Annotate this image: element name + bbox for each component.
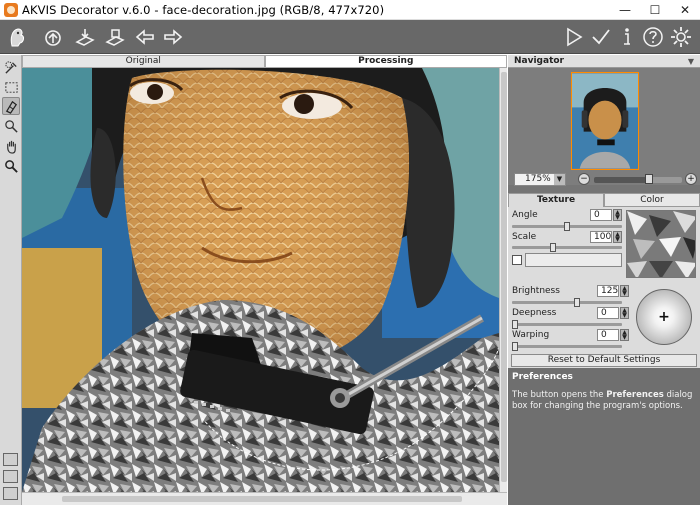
view-mode-tools [0, 449, 22, 505]
zoom-slider[interactable] [594, 177, 682, 183]
main-toolbar [0, 20, 700, 54]
apply-icon[interactable] [588, 24, 614, 50]
maximize-button[interactable]: ☐ [640, 0, 670, 20]
zoom-icon[interactable] [2, 157, 20, 175]
texture-path-field[interactable] [525, 253, 622, 267]
open-image-icon[interactable] [40, 24, 66, 50]
print-image-icon[interactable] [102, 24, 128, 50]
warping-slider-knob[interactable] [512, 342, 518, 351]
brightness-input[interactable]: 125 [597, 285, 619, 297]
brightness-spinner[interactable]: ▲ ▼ [620, 285, 629, 297]
app-window: AKVIS Decorator v.6.0 - face-decoration.… [0, 0, 700, 505]
scale-slider-knob[interactable] [550, 243, 556, 252]
texture-checkbox[interactable] [512, 255, 522, 265]
brightness-label: Brightness [512, 286, 560, 296]
help-icon[interactable] [640, 24, 666, 50]
processed-photo [22, 68, 499, 492]
tool-palette [0, 55, 22, 505]
undo-icon[interactable] [132, 24, 158, 50]
app-logo-icon [4, 24, 30, 50]
help-text-before: The button opens the [512, 390, 607, 400]
deepness-slider[interactable] [512, 320, 622, 329]
texture-sample[interactable] [626, 210, 696, 278]
minimize-button[interactable]: — [610, 0, 640, 20]
selection-brush-icon[interactable] [2, 58, 20, 76]
split-view-icon[interactable] [3, 487, 18, 500]
brightness-slider[interactable] [512, 298, 622, 307]
image-tabs: Original Processing [22, 55, 507, 68]
save-image-icon[interactable] [72, 24, 98, 50]
rectangle-selection-icon[interactable] [2, 78, 20, 96]
collapse-arrow-icon[interactable]: ▼ [688, 55, 694, 68]
zoom-out-button[interactable]: − [578, 173, 590, 185]
scale-spinner[interactable]: ▲ ▼ [613, 231, 622, 243]
deepness-label: Deepness [512, 308, 557, 318]
deepness-input[interactable]: 0 [597, 307, 619, 319]
zoom-slider-knob[interactable] [645, 174, 653, 184]
zoom-in-button[interactable]: + [685, 173, 697, 185]
scale-input[interactable]: 100 [590, 231, 612, 243]
settings-tabs: Texture Color [508, 193, 700, 207]
window-title: AKVIS Decorator v.6.0 - face-decoration.… [22, 2, 385, 17]
tab-texture[interactable]: Texture [508, 193, 604, 207]
zoom-value: 175% [525, 174, 551, 184]
vertical-scrollbar[interactable] [499, 68, 507, 492]
help-panel: Preferences The button opens the Prefere… [508, 368, 700, 505]
hand-icon[interactable] [2, 137, 20, 155]
reset-default-settings-button[interactable]: Reset to Default Settings [511, 354, 697, 367]
deepness-spinner[interactable]: ▲ ▼ [620, 307, 629, 319]
info-icon[interactable] [614, 24, 640, 50]
warping-input[interactable]: 0 [597, 329, 619, 341]
eraser-icon[interactable] [2, 97, 20, 115]
angle-slider[interactable] [512, 222, 622, 231]
swap-view-icon[interactable] [3, 470, 18, 483]
run-icon[interactable] [561, 24, 587, 50]
help-text: The button opens the Preferences dialog … [512, 390, 694, 412]
chevron-down-icon[interactable]: ▼ [554, 174, 565, 185]
single-view-icon[interactable] [3, 453, 18, 466]
preferences-icon[interactable] [668, 24, 694, 50]
navigator-panel [508, 68, 700, 185]
redo-icon[interactable] [160, 24, 186, 50]
window-controls: — ☐ ✕ [610, 0, 700, 20]
angle-spinner[interactable]: ▲ ▼ [613, 209, 622, 221]
settings-panel: Texture Color Angle 0 ▲▼ Scale 100 ▲▼ [508, 193, 700, 368]
light-direction-sphere[interactable]: + [636, 289, 692, 345]
tab-original[interactable]: Original [22, 55, 265, 68]
zoom-select[interactable]: 175% ▼ [514, 173, 566, 186]
tab-color[interactable]: Color [604, 193, 700, 207]
angle-input[interactable]: 0 [590, 209, 612, 221]
help-text-bold: Preferences [606, 390, 664, 400]
light-center-marker: + [658, 309, 670, 325]
deepness-slider-knob[interactable] [512, 320, 518, 329]
scale-slider[interactable] [512, 243, 622, 252]
image-canvas[interactable] [22, 68, 499, 492]
vertical-scroll-thumb[interactable] [501, 72, 507, 482]
horizontal-scroll-thumb[interactable] [62, 496, 462, 502]
navigator-title: Navigator [514, 56, 564, 66]
close-button[interactable]: ✕ [670, 0, 700, 20]
navigator-header: Navigator ▼ [508, 55, 700, 68]
magic-tube-icon[interactable] [2, 117, 20, 135]
scale-label: Scale [512, 232, 537, 242]
warping-label: Warping [512, 330, 550, 340]
title-bar: AKVIS Decorator v.6.0 - face-decoration.… [0, 0, 700, 20]
right-panel: Navigator ▼ 175% ▼ − + Texture Color Ang… [508, 55, 700, 505]
warping-slider[interactable] [512, 342, 622, 351]
navigator-preview[interactable] [571, 72, 639, 170]
angle-slider-knob[interactable] [564, 222, 570, 231]
tab-processing[interactable]: Processing [264, 55, 507, 68]
akvis-app-icon [4, 2, 18, 17]
horizontal-scrollbar[interactable] [22, 492, 507, 505]
help-title: Preferences [512, 372, 573, 382]
brightness-slider-knob[interactable] [574, 298, 580, 307]
angle-label: Angle [512, 210, 538, 220]
warping-spinner[interactable]: ▲ ▼ [620, 329, 629, 341]
